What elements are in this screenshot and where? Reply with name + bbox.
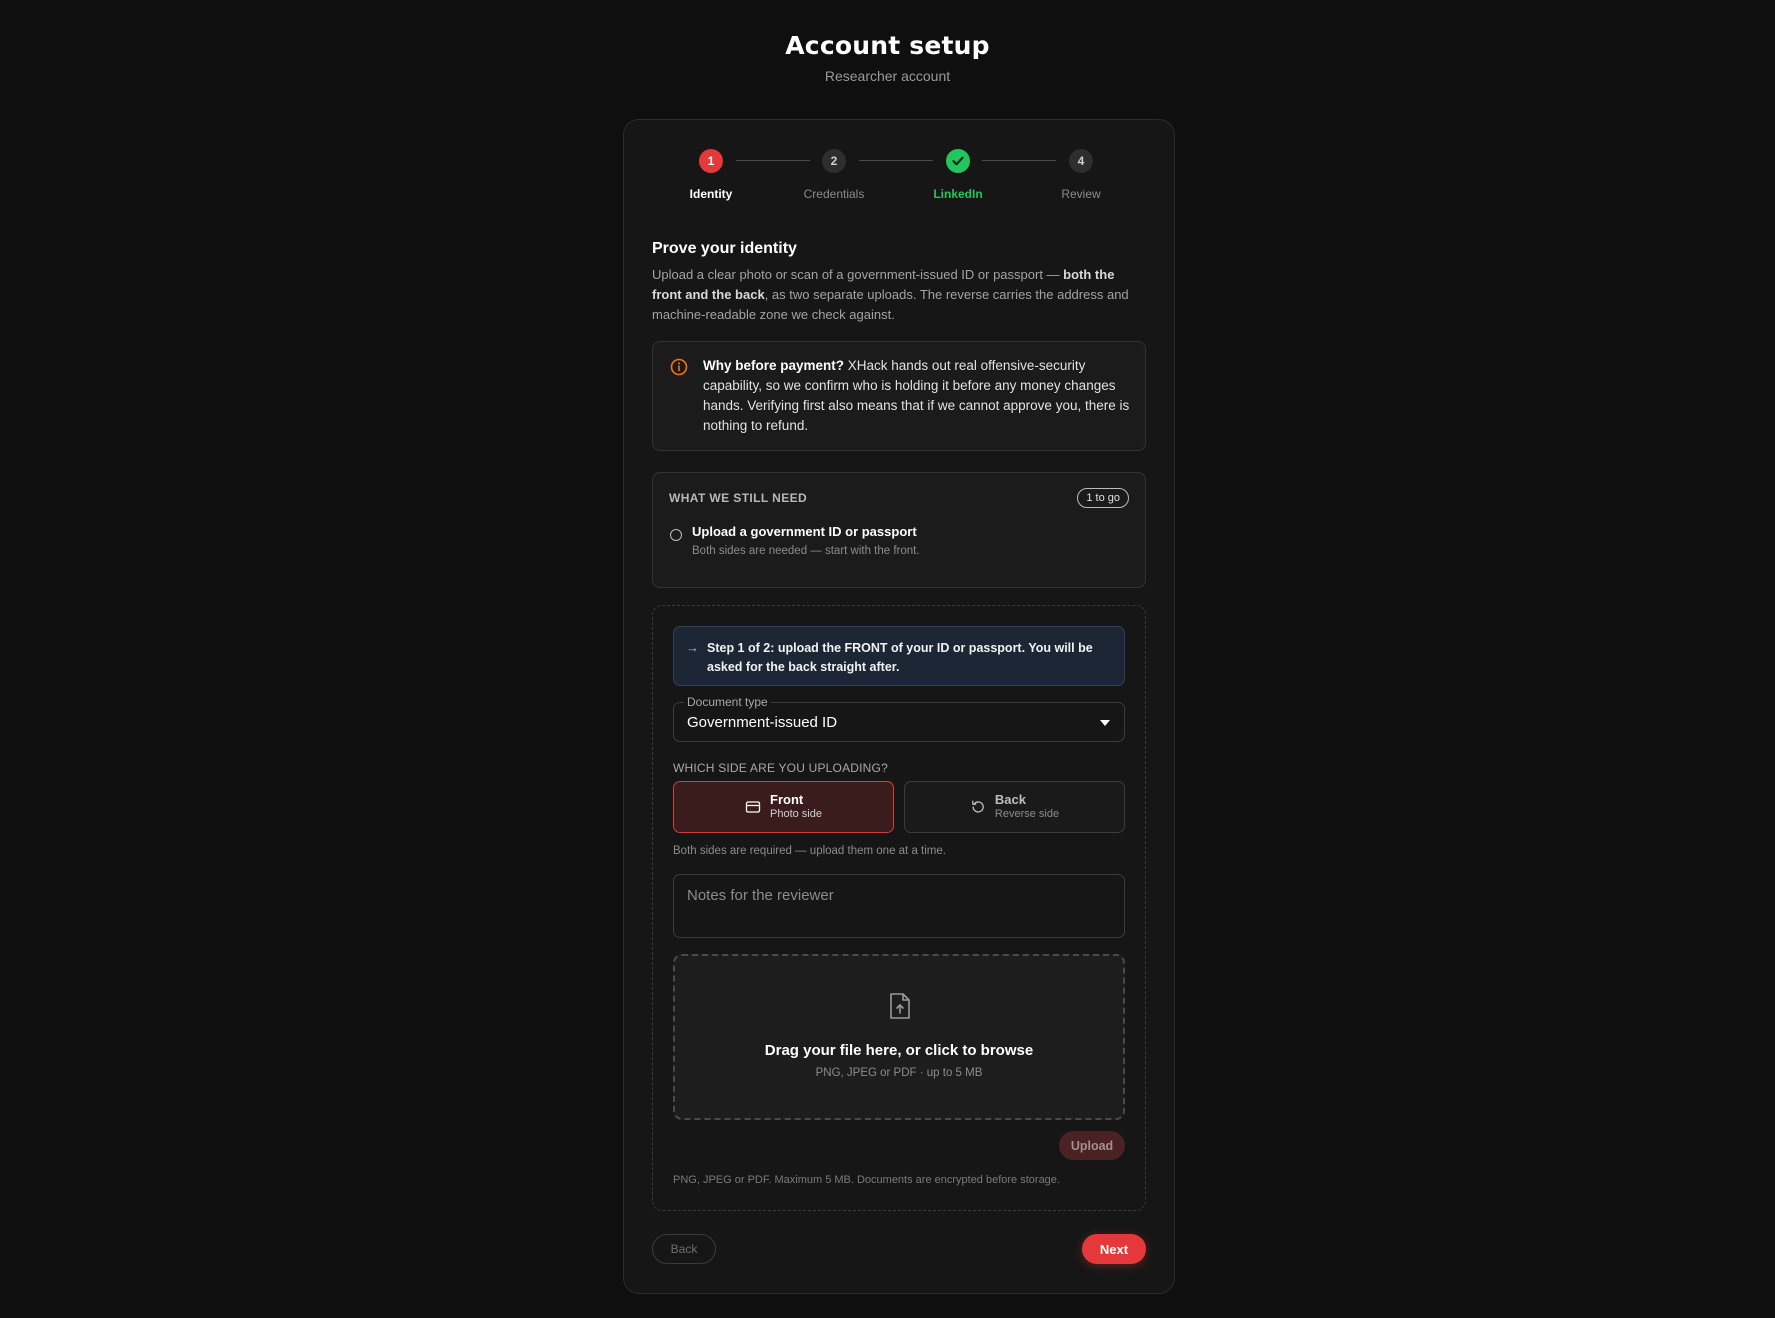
step-number: 2: [822, 149, 846, 173]
requirement-subtitle: Both sides are needed — start with the f…: [692, 545, 920, 557]
requirement-title: Upload a government ID or passport: [692, 524, 917, 539]
reviewer-notes-input[interactable]: [673, 874, 1125, 938]
page-subtitle: Researcher account: [824, 68, 951, 84]
next-button[interactable]: Next: [1082, 1234, 1146, 1264]
file-dropzone[interactable]: Drag your file here, or click to browse …: [673, 954, 1125, 1120]
id-card-icon: [745, 801, 761, 813]
step-number: 4: [1069, 149, 1093, 173]
step-label: Review: [1061, 187, 1101, 201]
caret-down-icon: [1100, 720, 1110, 726]
section-title: Prove your identity: [652, 240, 797, 257]
requirements-title: WHAT WE STILL NEED: [669, 491, 808, 505]
back-side-button[interactable]: Back Reverse side: [904, 781, 1125, 833]
step-label: Credentials: [803, 187, 865, 201]
document-type-value: Government-issued ID: [687, 714, 838, 731]
remaining-badge: 1 to go: [1077, 488, 1129, 508]
upload-panel: → Step 1 of 2: upload the FRONT of your …: [652, 605, 1146, 1211]
check-icon: [946, 149, 970, 173]
file-upload-icon: [890, 993, 910, 1019]
side-question-label: WHICH SIDE ARE YOU UPLOADING?: [673, 761, 888, 775]
step-label: LinkedIn: [933, 187, 983, 201]
rotate-icon: [972, 800, 984, 813]
page-title: Account setup: [785, 31, 990, 60]
arrow-right-icon: →: [686, 640, 699, 655]
step-identity[interactable]: 1 Identity: [651, 149, 771, 201]
step-linkedin[interactable]: LinkedIn: [898, 149, 1018, 201]
info-circle-icon: [670, 358, 688, 376]
step-review[interactable]: 4 Review: [1021, 149, 1141, 201]
front-side-title: Front: [770, 792, 804, 807]
step-banner: → Step 1 of 2: upload the FRONT of your …: [673, 626, 1125, 686]
document-type-select[interactable]: Document type Government-issued ID: [673, 695, 1125, 742]
both-sides-note: Both sides are required — upload them on…: [673, 845, 946, 857]
requirements-box: WHAT WE STILL NEED 1 to go Upload a gove…: [652, 472, 1146, 588]
step-number: 1: [699, 149, 723, 173]
upload-button[interactable]: Upload: [1059, 1131, 1125, 1160]
info-text: Why before payment? XHack hands out real…: [703, 358, 1130, 433]
step-credentials[interactable]: 2 Credentials: [774, 149, 894, 201]
dropzone-subtitle: PNG, JPEG or PDF · up to 5 MB: [815, 1067, 983, 1079]
front-side-subtitle: Photo side: [770, 808, 822, 820]
pending-radio-icon: [670, 529, 682, 541]
dropzone-title: Drag your file here, or click to browse: [764, 1042, 1034, 1059]
upload-footer-note: PNG, JPEG or PDF. Maximum 5 MB. Document…: [673, 1174, 1060, 1186]
setup-card: 1 Identity 2 Credentials LinkedIn 4 Revi…: [623, 119, 1175, 1294]
front-side-button[interactable]: Front Photo side: [673, 781, 894, 833]
back-button[interactable]: Back: [652, 1234, 716, 1264]
section-description: Upload a clear photo or scan of a govern…: [652, 267, 1129, 322]
back-side-title: Back: [994, 792, 1026, 807]
step-label: Identity: [689, 187, 733, 201]
document-type-label: Document type: [684, 695, 771, 709]
back-side-subtitle: Reverse side: [994, 808, 1060, 820]
info-callout: Why before payment? XHack hands out real…: [652, 341, 1146, 451]
step-banner-text: Step 1 of 2: upload the FRONT of your ID…: [707, 641, 1093, 674]
